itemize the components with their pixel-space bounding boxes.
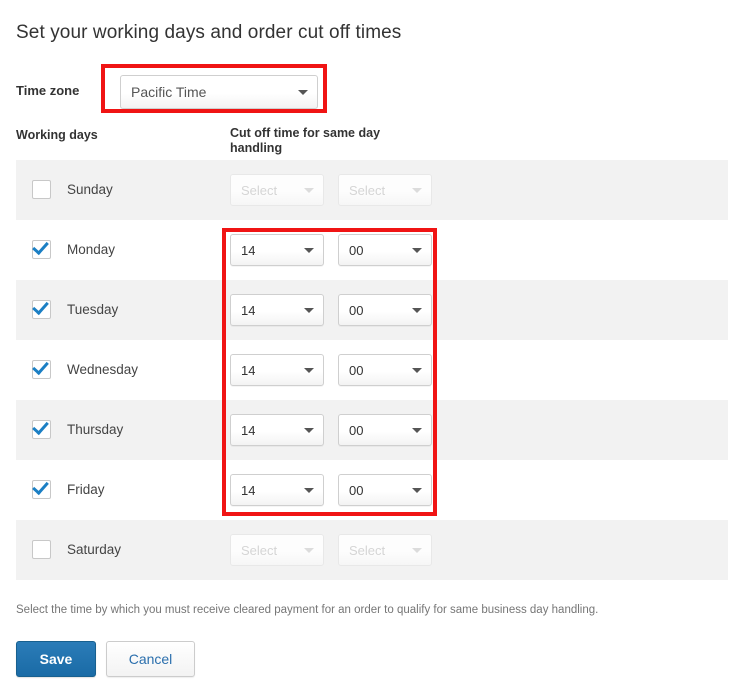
timezone-select[interactable]: Pacific Time <box>120 75 318 109</box>
table-row: Thursday 14 00 <box>16 400 728 460</box>
hour-select[interactable]: 14 <box>230 354 324 386</box>
chevron-down-icon <box>304 488 314 493</box>
hour-select-cell: Select <box>230 174 324 206</box>
table-row: Wednesday 14 00 <box>16 340 728 400</box>
day-label: Friday <box>67 482 105 497</box>
cancel-button[interactable]: Cancel <box>106 641 195 677</box>
day-checkbox[interactable] <box>32 357 51 379</box>
hour-select-cell: 14 <box>230 474 324 506</box>
minute-select[interactable]: 00 <box>338 474 432 506</box>
check-icon <box>32 357 49 376</box>
minute-select: Select <box>338 534 432 566</box>
table-row: Tuesday 14 00 <box>16 280 728 340</box>
page-title: Set your working days and order cut off … <box>16 22 402 43</box>
day-checkbox[interactable] <box>32 237 51 259</box>
day-label: Tuesday <box>67 302 119 317</box>
chevron-down-icon <box>304 548 314 553</box>
day-checkbox[interactable] <box>32 417 51 439</box>
minute-select-cell: Select <box>338 174 432 206</box>
minute-select-value: 00 <box>349 363 364 377</box>
day-label: Monday <box>67 242 116 257</box>
day-label: Saturday <box>67 542 122 557</box>
chevron-down-icon <box>412 368 422 373</box>
hour-select-cell: 14 <box>230 414 324 446</box>
minute-select[interactable]: 00 <box>338 234 432 266</box>
minute-select-cell: 00 <box>338 354 432 386</box>
hour-select-cell: 14 <box>230 234 324 266</box>
hour-select[interactable]: 14 <box>230 414 324 446</box>
minute-select-cell: 00 <box>338 474 432 506</box>
minute-select-value: 00 <box>349 303 364 317</box>
help-text: Select the time by which you must receiv… <box>16 604 599 616</box>
check-icon <box>32 417 49 436</box>
timezone-label: Time zone <box>16 83 80 98</box>
chevron-down-icon <box>412 488 422 493</box>
day-checkbox[interactable] <box>32 540 51 559</box>
minute-select: Select <box>338 174 432 206</box>
table-row: Sunday Select Select <box>16 160 728 220</box>
minute-select[interactable]: 00 <box>338 414 432 446</box>
chevron-down-icon <box>304 368 314 373</box>
chevron-down-icon <box>412 548 422 553</box>
hour-select-value: 14 <box>241 483 256 497</box>
minute-select-cell: 00 <box>338 414 432 446</box>
day-checkbox[interactable] <box>32 180 51 199</box>
hour-select-value: 14 <box>241 423 256 437</box>
hour-select-value: 14 <box>241 363 256 377</box>
chevron-down-icon <box>304 188 314 193</box>
hour-select[interactable]: 14 <box>230 294 324 326</box>
day-label: Thursday <box>67 422 124 437</box>
hour-select-cell: 14 <box>230 354 324 386</box>
timezone-selected-value: Pacific Time <box>131 85 207 99</box>
hour-select-value: 14 <box>241 243 256 257</box>
chevron-down-icon <box>412 308 422 313</box>
hour-select: Select <box>230 174 324 206</box>
minute-select-value: 00 <box>349 483 364 497</box>
hour-select-value: Select <box>241 183 278 197</box>
minute-select-cell: 00 <box>338 234 432 266</box>
working-days-settings-page: Set your working days and order cut off … <box>0 0 744 690</box>
hour-select-value: 14 <box>241 303 256 317</box>
hour-select: Select <box>230 534 324 566</box>
minute-select-value: 00 <box>349 243 364 257</box>
table-row: Saturday Select Select <box>16 520 728 580</box>
hour-select-cell: Select <box>230 534 324 566</box>
chevron-down-icon <box>412 188 422 193</box>
hour-select[interactable]: 14 <box>230 474 324 506</box>
save-button[interactable]: Save <box>16 641 96 677</box>
check-icon <box>32 477 49 496</box>
minute-select-cell: 00 <box>338 294 432 326</box>
hour-select-value: Select <box>241 543 278 557</box>
table-row: Monday 14 00 <box>16 220 728 280</box>
minute-select[interactable]: 00 <box>338 354 432 386</box>
check-icon <box>32 297 49 316</box>
chevron-down-icon <box>412 428 422 433</box>
check-icon <box>32 237 49 256</box>
minute-select-value: 00 <box>349 423 364 437</box>
minute-select[interactable]: 00 <box>338 294 432 326</box>
chevron-down-icon <box>304 248 314 253</box>
working-days-table: Sunday Select Select Monday 14 00 Tuesday 14 00 W… <box>16 160 728 580</box>
minute-select-value: Select <box>349 183 386 197</box>
hour-select-cell: 14 <box>230 294 324 326</box>
minute-select-cell: Select <box>338 534 432 566</box>
chevron-down-icon <box>304 428 314 433</box>
table-row: Friday 14 00 <box>16 460 728 520</box>
chevron-down-icon <box>412 248 422 253</box>
hour-select[interactable]: 14 <box>230 234 324 266</box>
chevron-down-icon <box>298 90 308 95</box>
day-label: Wednesday <box>67 362 139 377</box>
column-headers: Working days Cut off time for same day h… <box>16 126 728 156</box>
chevron-down-icon <box>304 308 314 313</box>
column-header-cut-off-time: Cut off time for same day handling <box>230 126 381 155</box>
column-header-working-days: Working days <box>16 128 98 142</box>
day-checkbox[interactable] <box>32 297 51 319</box>
minute-select-value: Select <box>349 543 386 557</box>
day-label: Sunday <box>67 182 113 197</box>
day-checkbox[interactable] <box>32 477 51 499</box>
